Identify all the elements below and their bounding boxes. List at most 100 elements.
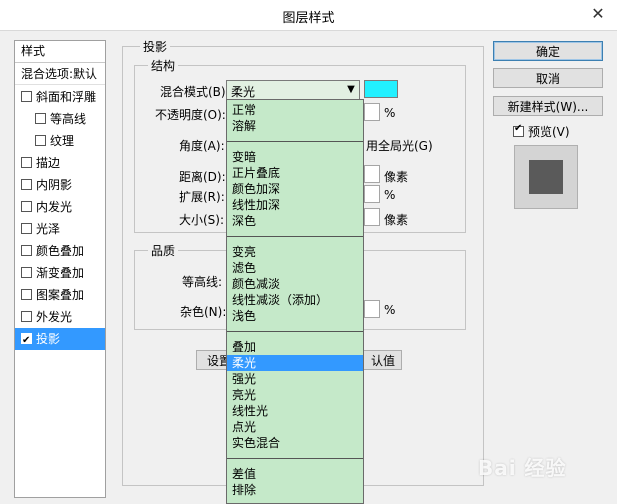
checkbox-icon[interactable] (35, 113, 46, 124)
dropdown-option[interactable]: 强光 (227, 371, 363, 387)
style-preview (514, 145, 578, 209)
contour-label: 等高线: (182, 275, 223, 289)
checkbox-icon[interactable] (21, 267, 32, 278)
size-label: 大小(S): (179, 213, 225, 227)
close-icon[interactable]: ✕ (587, 3, 609, 25)
noise-label: 杂色(N): (180, 305, 227, 319)
spread-unit: % (384, 188, 396, 202)
dropdown-option[interactable]: 正片叠底 (227, 165, 363, 181)
distance-input[interactable] (364, 165, 380, 183)
checkbox-icon[interactable] (21, 223, 32, 234)
noise-unit: % (384, 303, 396, 317)
global-light-label[interactable]: 用全局光(G) (366, 137, 433, 154)
cancel-button[interactable]: 取消 (493, 68, 603, 88)
dropdown-option[interactable]: 点光 (227, 419, 363, 435)
size-input[interactable] (364, 208, 380, 226)
blend-mode-value: 柔光 (231, 85, 256, 99)
sidebar-item-label: 投影 (36, 332, 61, 346)
checkbox-icon[interactable] (21, 311, 32, 322)
sidebar-item[interactable]: 内发光 (15, 196, 105, 218)
sidebar-item[interactable]: 斜面和浮雕 (15, 86, 105, 108)
sidebar-item-label: 纹理 (50, 134, 75, 148)
dropdown-separator (227, 236, 363, 237)
dropdown-option[interactable]: 亮光 (227, 387, 363, 403)
sidebar-item-label: 斜面和浮雕 (36, 90, 97, 104)
checkbox-checked-icon[interactable] (21, 330, 32, 352)
sidebar-item-label: 颜色叠加 (36, 244, 85, 258)
angle-label: 角度(A): (179, 139, 225, 153)
sidebar-item[interactable]: 纹理 (15, 130, 105, 152)
dropdown-option[interactable]: 溶解 (227, 118, 363, 134)
dropdown-option[interactable]: 排除 (227, 482, 363, 498)
preview-swatch (529, 160, 563, 194)
sidebar-item-label: 内发光 (36, 200, 73, 214)
dropdown-option[interactable]: 叠加 (227, 339, 363, 355)
chevron-down-icon: ▼ (347, 84, 355, 95)
checkbox-icon[interactable] (21, 289, 32, 300)
quality-title: 品质 (148, 242, 179, 259)
blend-mode-label: 混合模式(B): (160, 85, 230, 99)
dropdown-option[interactable]: 滤色 (227, 260, 363, 276)
reset-default-button[interactable]: 认值 (360, 350, 402, 370)
new-style-button[interactable]: 新建样式(W)... (493, 96, 603, 116)
sidebar-item[interactable]: 投影 (15, 328, 105, 352)
structure-title: 结构 (148, 57, 179, 74)
dropdown-option[interactable]: 变亮 (227, 244, 363, 260)
spread-input[interactable] (364, 185, 380, 203)
sidebar-item-label: 外发光 (36, 310, 73, 324)
checkbox-icon[interactable] (21, 245, 32, 256)
preview-checkbox[interactable]: 预览(V) (513, 123, 570, 140)
sidebar-header: 样式 (15, 41, 105, 63)
sidebar-item-label: 图案叠加 (36, 288, 85, 302)
sidebar-item[interactable]: 渐变叠加 (15, 262, 105, 284)
preview-label: 预览(V) (528, 125, 570, 139)
sidebar-item[interactable]: 光泽 (15, 218, 105, 240)
sidebar-item-label: 渐变叠加 (36, 266, 85, 280)
sidebar-item[interactable]: 描边 (15, 152, 105, 174)
opacity-label: 不透明度(O): (155, 108, 226, 122)
dropdown-separator (227, 331, 363, 332)
dropdown-option[interactable]: 实色混合 (227, 435, 363, 451)
dropdown-option[interactable]: 线性光 (227, 403, 363, 419)
sidebar-item[interactable]: 图案叠加 (15, 284, 105, 306)
blend-mode-dropdown[interactable]: 正常 溶解变暗 正片叠底 颜色加深 线性加深 深色变亮 滤色 颜色减淡 线性减淡（添加） 浅色叠加… (226, 99, 364, 504)
dropdown-separator (227, 141, 363, 142)
sidebar-item[interactable]: 颜色叠加 (15, 240, 105, 262)
dropdown-option[interactable]: 深色 (227, 213, 363, 229)
ok-button[interactable]: 确定 (493, 41, 603, 61)
distance-label: 距离(D): (179, 170, 226, 184)
dropdown-option[interactable]: 颜色减淡 (227, 276, 363, 292)
checkbox-icon[interactable] (21, 179, 32, 190)
sidebar-item-label: 描边 (36, 156, 61, 170)
shadow-color-swatch[interactable] (364, 80, 398, 98)
section-title: 投影 (140, 38, 171, 55)
size-unit: 像素 (384, 213, 409, 227)
sidebar-blend-options[interactable]: 混合选项:默认 (15, 63, 105, 85)
blend-mode-select[interactable]: 柔光 ▼ (226, 80, 360, 100)
checkbox-icon[interactable] (21, 201, 32, 212)
sidebar-item[interactable]: 外发光 (15, 306, 105, 328)
checkbox-icon[interactable] (21, 91, 32, 102)
dropdown-separator (227, 458, 363, 459)
watermark: Bai 经验 (478, 456, 567, 480)
noise-input[interactable] (364, 300, 380, 318)
sidebar-item[interactable]: 等高线 (15, 108, 105, 130)
dropdown-option[interactable]: 变暗 (227, 149, 363, 165)
dropdown-option[interactable]: 线性减淡（添加） (227, 292, 363, 308)
distance-unit: 像素 (384, 170, 409, 184)
dropdown-option[interactable]: 浅色 (227, 308, 363, 324)
sidebar-item-label: 内阴影 (36, 178, 73, 192)
spread-label: 扩展(R): (179, 190, 225, 204)
dropdown-option[interactable]: 颜色加深 (227, 181, 363, 197)
preview-check-icon (513, 123, 524, 137)
dropdown-option[interactable]: 线性加深 (227, 197, 363, 213)
dropdown-option[interactable]: 差值 (227, 466, 363, 482)
sidebar-item[interactable]: 内阴影 (15, 174, 105, 196)
checkbox-icon[interactable] (21, 157, 32, 168)
opacity-unit: % (384, 106, 396, 120)
checkbox-icon[interactable] (35, 135, 46, 146)
dropdown-option[interactable]: 正常 (227, 102, 363, 118)
styles-sidebar: 样式 混合选项:默认 斜面和浮雕等高线纹理描边内阴影内发光光泽颜色叠加渐变叠加图… (14, 40, 106, 498)
opacity-input[interactable] (364, 103, 380, 121)
dropdown-option[interactable]: 柔光 (227, 355, 363, 371)
